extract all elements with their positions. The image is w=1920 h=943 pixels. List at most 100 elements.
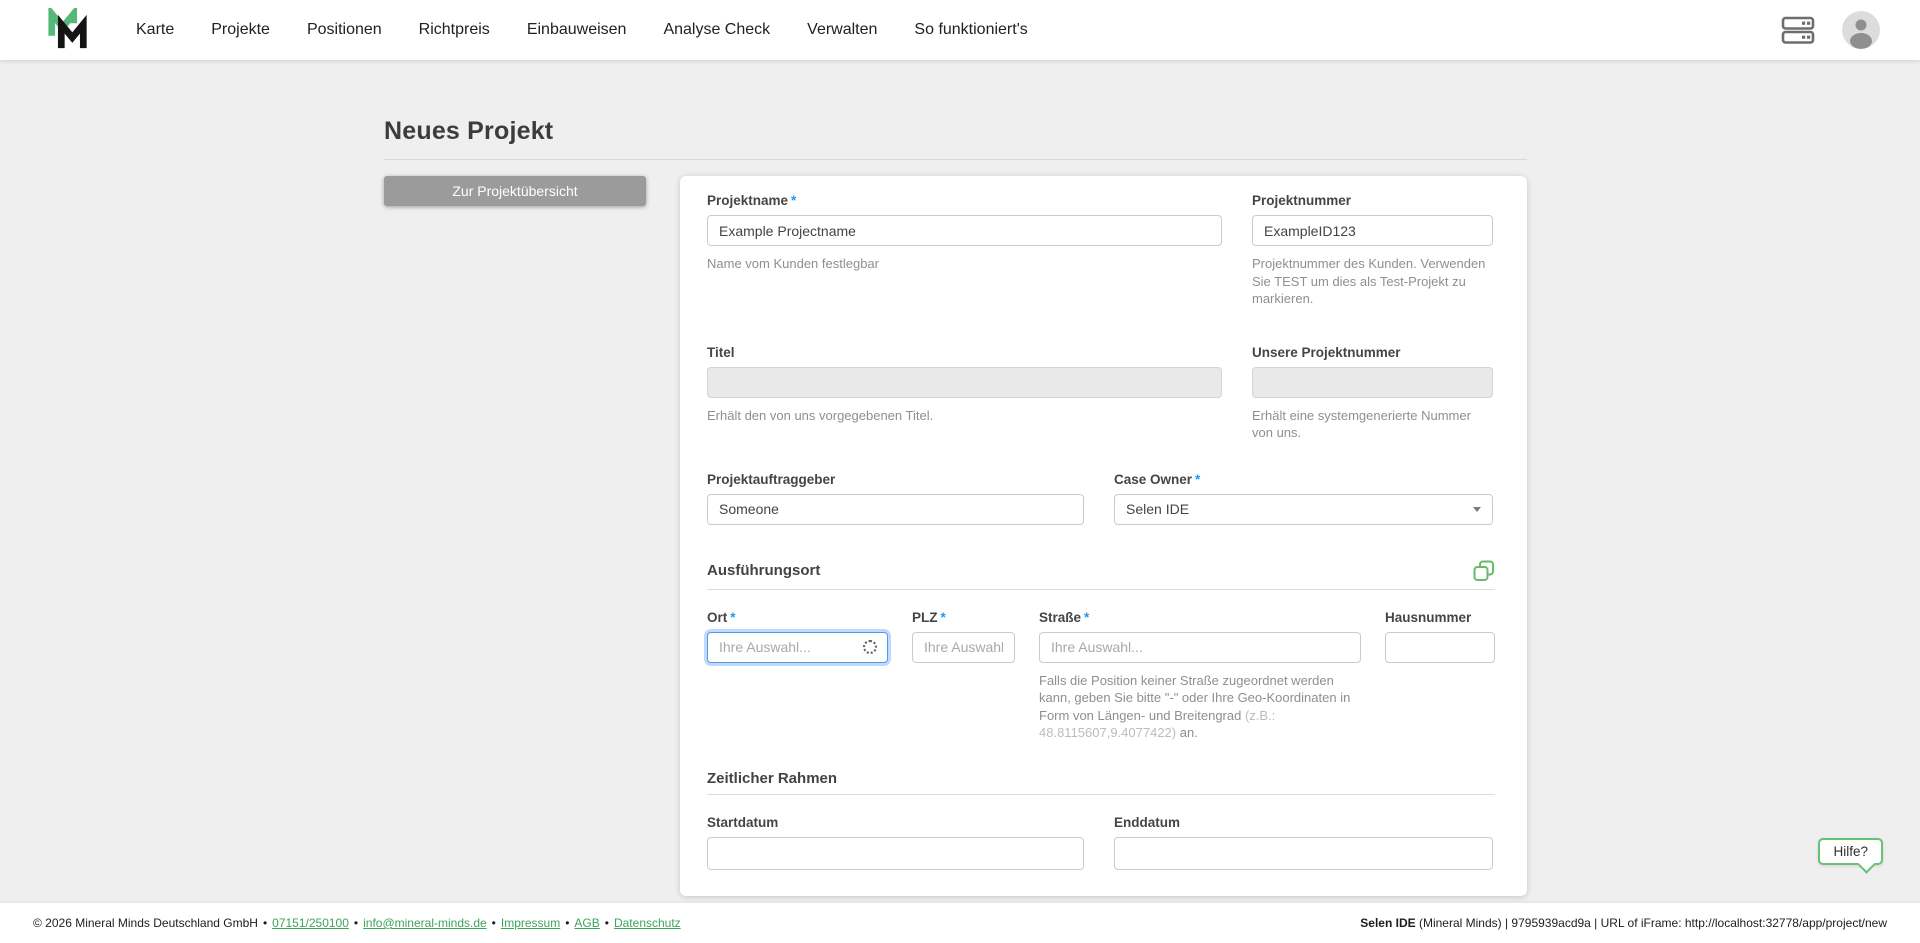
nav-item-positionen[interactable]: Positionen (307, 21, 382, 39)
separator-dot: • (604, 916, 609, 930)
nav-item-verwalten[interactable]: Verwalten (807, 21, 877, 39)
enddatum-label: Enddatum (1114, 814, 1180, 830)
zeitlicher-rahmen-title: Zeitlicher Rahmen (707, 769, 838, 787)
field-projektname: Projektname* Name vom Kunden festlegbar (707, 193, 1222, 308)
strasse-hint: Falls die Position keiner Straße zugeord… (1039, 672, 1361, 742)
required-asterisk: * (791, 193, 797, 208)
brand-logo[interactable] (44, 7, 96, 53)
field-enddatum: Enddatum (1114, 815, 1493, 870)
startdatum-label: Startdatum (707, 814, 779, 830)
field-titel: Titel Erhält den von uns vorgegebenen Ti… (707, 345, 1222, 442)
startdatum-input[interactable] (707, 836, 1084, 870)
plz-input[interactable] (912, 631, 1015, 663)
footer-link-agb[interactable]: AGB (574, 916, 599, 930)
projektauftraggeber-label: Projektauftraggeber (707, 471, 836, 487)
ort-input-wrap (707, 631, 888, 663)
strasse-hint-end: an. (1176, 725, 1198, 741)
titel-input (707, 366, 1222, 398)
nav-item-so-funktionierts[interactable]: So funktioniert's (914, 21, 1027, 39)
field-ort: Ort * (707, 610, 888, 742)
field-case-owner: Case Owner * Selen IDE (1114, 472, 1493, 525)
field-strasse: Straße* Falls die Position keiner Straße… (1039, 610, 1361, 742)
field-startdatum: Startdatum (707, 815, 1084, 870)
projektnummer-label: Projektnummer (1252, 193, 1352, 208)
required-asterisk: * (730, 609, 736, 625)
nav-item-einbauweisen[interactable]: Einbauweisen (527, 21, 627, 39)
copy-icon[interactable] (1473, 560, 1495, 582)
form-row-dates: Startdatum Enddatum (707, 815, 1495, 870)
nav-item-richtpreis[interactable]: Richtpreis (419, 21, 490, 39)
main-nav: Karte Projekte Positionen Richtpreis Ein… (136, 21, 1028, 39)
user-avatar[interactable] (1842, 11, 1880, 49)
form-row-name-number: Projektname* Name vom Kunden festlegbar … (707, 193, 1495, 308)
chevron-down-icon (1473, 506, 1481, 512)
titel-label: Titel (707, 344, 735, 360)
projektauftraggeber-input[interactable] (707, 493, 1084, 525)
case-owner-label: Case Owner * (1114, 472, 1493, 487)
case-owner-label-text: Case Owner (1114, 471, 1193, 487)
hausnummer-input[interactable] (1385, 631, 1495, 663)
strasse-input[interactable] (1039, 631, 1361, 663)
back-to-projects-button[interactable]: Zur Projektübersicht (384, 176, 646, 206)
field-hausnummer: Hausnummer (1385, 610, 1495, 742)
field-unsere-projektnummer: Unsere Projektnummer Erhält eine systemg… (1252, 345, 1493, 442)
strasse-hint-main: Falls die Position keiner Straße zugeord… (1039, 672, 1351, 723)
case-owner-select[interactable]: Selen IDE (1114, 493, 1493, 525)
server-icon[interactable] (1780, 15, 1816, 45)
hausnummer-label: Hausnummer (1385, 609, 1472, 625)
field-projektauftraggeber: Projektauftraggeber (707, 472, 1084, 525)
footer-link-impressum[interactable]: Impressum (501, 916, 560, 930)
navbar-right (1780, 11, 1880, 49)
unsere-projektnummer-label: Unsere Projektnummer (1252, 344, 1401, 360)
ort-input[interactable] (707, 631, 888, 663)
projektname-label: Projektname * (707, 193, 1222, 208)
unsere-projektnummer-hint: Erhält eine systemgenerierte Nummer von … (1252, 407, 1471, 441)
projektname-hint: Name vom Kunden festlegbar (707, 256, 879, 271)
session-info: Selen IDE (Mineral Minds) | 9795939acd9a… (1360, 916, 1887, 930)
left-column: Zur Projektübersicht (384, 176, 646, 206)
separator-dot: • (491, 916, 496, 930)
session-details: (Mineral Minds) | 9795939acd9a | URL of … (1415, 916, 1887, 930)
top-navbar: Karte Projekte Positionen Richtpreis Ein… (0, 0, 1920, 60)
field-projektnummer: Projektnummer Projektnummer des Kunden. … (1252, 193, 1493, 308)
page-title: Neues Projekt (384, 117, 554, 145)
title-divider (384, 159, 1527, 160)
projektnummer-input[interactable] (1252, 215, 1493, 246)
page-content: Neues Projekt Zur Projektübersicht Proje… (0, 60, 1527, 896)
case-owner-selected-value: Selen IDE (1126, 501, 1190, 518)
footer-link-datenschutz[interactable]: Datenschutz (614, 916, 681, 930)
strasse-label: Straße * (1039, 610, 1361, 625)
projektnummer-hint: Projektnummer des Kunden. Verwenden Sie … (1252, 256, 1486, 307)
footer: © 2026 Mineral Minds Deutschland GmbH • … (0, 903, 1920, 943)
enddatum-input[interactable] (1114, 836, 1493, 870)
copyright-text: © 2026 Mineral Minds Deutschland GmbH (33, 916, 258, 930)
field-plz: PLZ * (912, 610, 1015, 742)
footer-link-phone[interactable]: 07151/250100 (272, 916, 349, 930)
projektname-input[interactable] (707, 215, 1222, 246)
required-asterisk: * (940, 609, 946, 625)
footer-link-email[interactable]: info@mineral-minds.de (363, 916, 487, 930)
help-button-label: Hilfe? (1833, 844, 1868, 859)
section-ausfuehrungsort-header: Ausführungsort (707, 560, 1495, 590)
help-button[interactable]: Hilfe? (1818, 838, 1883, 874)
separator-dot: • (565, 916, 570, 930)
person-icon (1850, 19, 1872, 49)
ausfuehrungsort-title: Ausführungsort (707, 562, 821, 580)
nav-item-projekte[interactable]: Projekte (211, 21, 270, 39)
project-form-card: Projektname* Name vom Kunden festlegbar … (680, 176, 1527, 896)
ort-label: Ort * (707, 610, 888, 625)
mineral-minds-logo-icon (48, 8, 87, 49)
titel-hint: Erhält den von uns vorgegebenen Titel. (707, 407, 934, 423)
nav-item-analyse-check[interactable]: Analyse Check (663, 21, 770, 39)
plz-label: PLZ * (912, 610, 1015, 625)
form-row-auftraggeber-owner: Projektauftraggeber Case Owner* Selen ID… (707, 472, 1495, 525)
nav-item-karte[interactable]: Karte (136, 21, 174, 39)
section-zeitlicher-rahmen-header: Zeitlicher Rahmen (707, 770, 1495, 795)
projektname-label-text: Projektname (707, 193, 789, 208)
form-row-location: Ort* PLZ* Straße* (707, 610, 1495, 742)
unsere-projektnummer-input (1252, 366, 1493, 398)
form-row-titel-unsere-nummer: Titel Erhält den von uns vorgegebenen Ti… (707, 345, 1495, 442)
separator-dot: • (262, 916, 268, 930)
ort-label-text: Ort (707, 609, 728, 625)
required-asterisk: * (1195, 471, 1201, 487)
